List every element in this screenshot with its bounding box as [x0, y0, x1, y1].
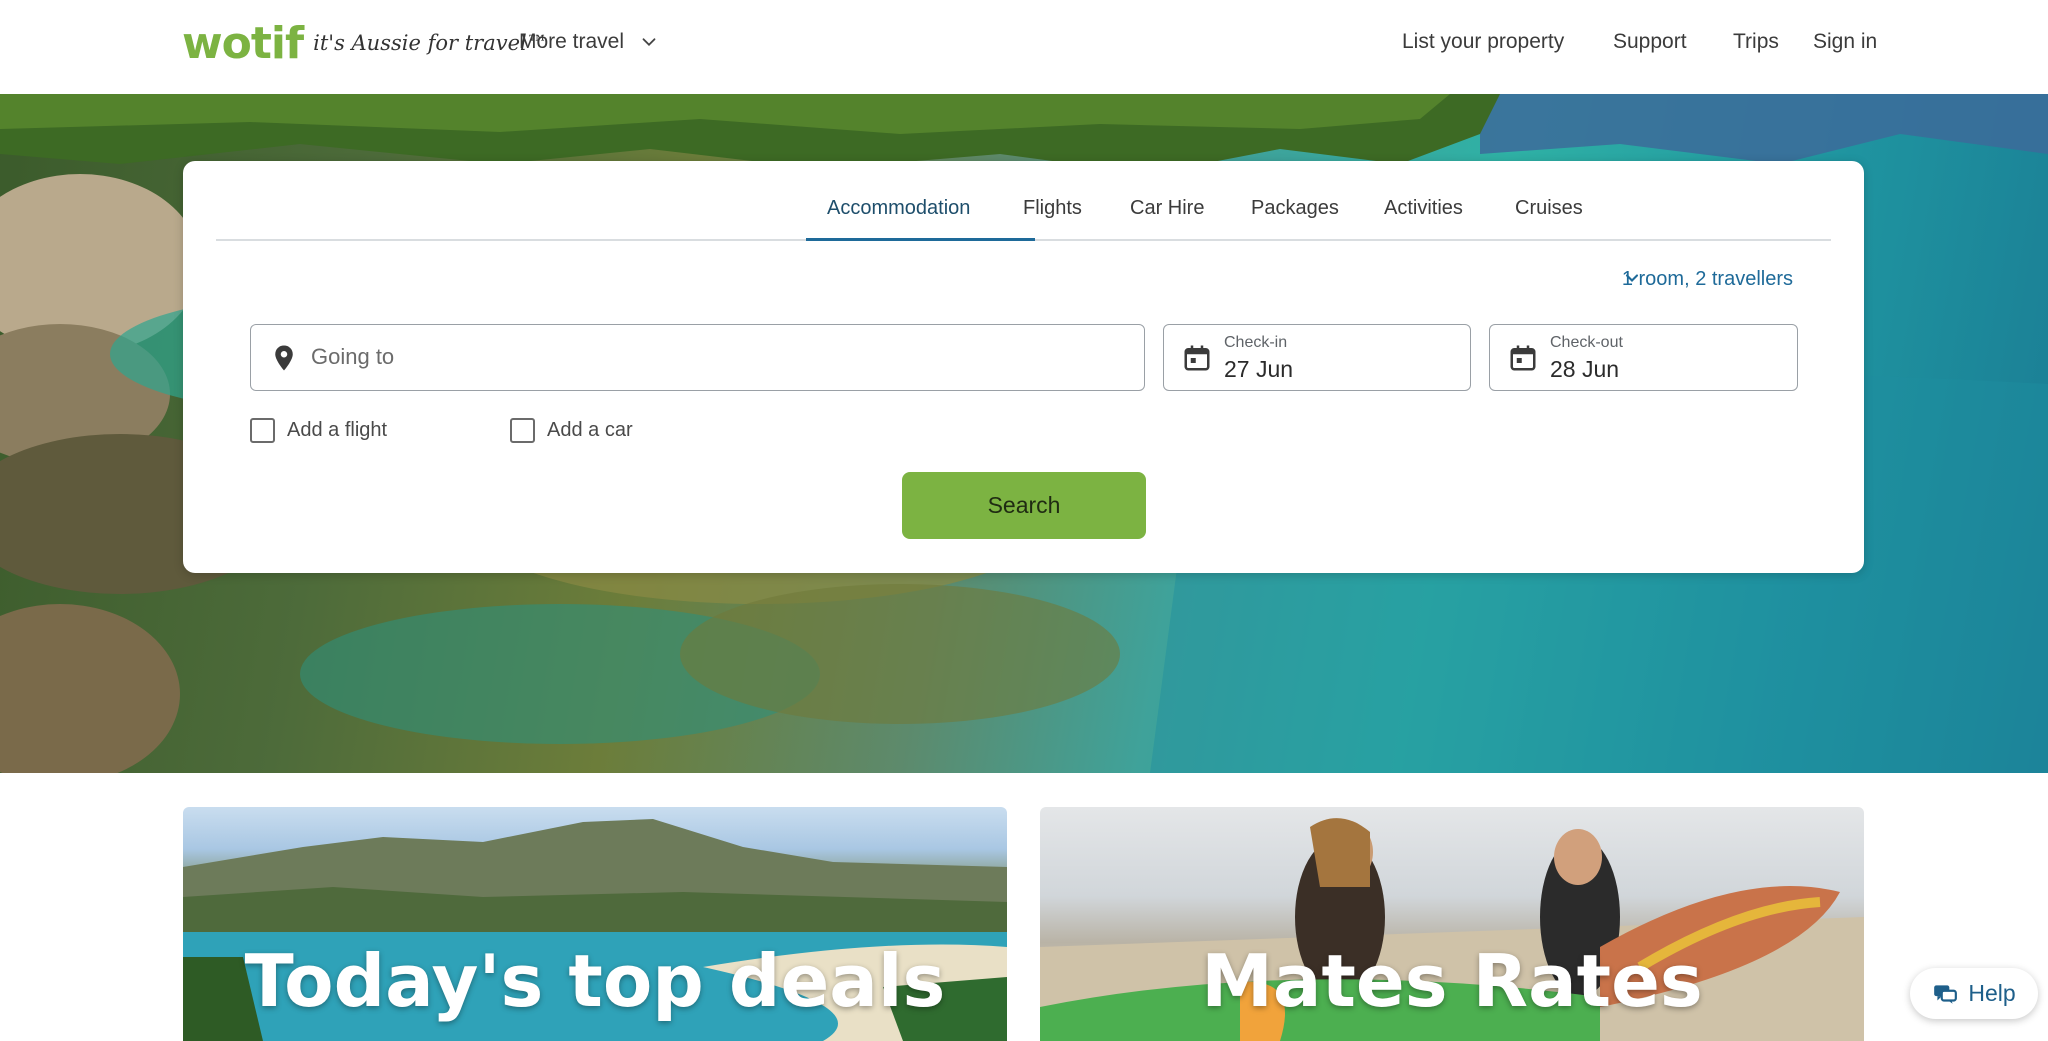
tab-accommodation[interactable]: Accommodation: [827, 197, 970, 220]
tab-activities[interactable]: Activities: [1384, 197, 1463, 220]
tab-car-hire[interactable]: Car Hire: [1130, 197, 1204, 220]
active-tab-indicator: [806, 238, 1035, 241]
wotif-logo[interactable]: wotif it's Aussie for travel™: [182, 17, 548, 69]
travellers-label: 1 room, 2 travellers: [1621, 268, 1793, 290]
destination-input[interactable]: [311, 325, 1134, 389]
promo-title: Today's top deals: [244, 939, 946, 1023]
tab-cruises[interactable]: Cruises: [1515, 197, 1583, 220]
help-chat-button[interactable]: Help: [1910, 968, 2038, 1019]
more-travel-menu[interactable]: More travel: [519, 30, 660, 54]
checkin-label: Check-in: [1224, 334, 1288, 351]
list-your-property-link[interactable]: List your property: [1402, 30, 1564, 54]
checkbox-box[interactable]: [250, 418, 275, 443]
chevron-down-icon: [1625, 274, 1638, 282]
add-car-checkbox[interactable]: Add a car: [510, 418, 633, 443]
site-header: wotif it's Aussie for travel™ More trave…: [0, 0, 2048, 94]
calendar-icon: [1184, 345, 1210, 371]
search-button[interactable]: Search: [902, 472, 1146, 539]
location-pin-icon: [275, 345, 293, 371]
help-label: Help: [1968, 980, 2016, 1006]
support-link[interactable]: Support: [1613, 30, 1687, 54]
search-tabs: Accommodation Flights Car Hire Packages …: [216, 161, 1831, 241]
search-panel: Accommodation Flights Car Hire Packages …: [183, 161, 1864, 573]
logo-wordmark: wotif: [182, 17, 304, 69]
add-flight-checkbox[interactable]: Add a flight: [250, 418, 387, 443]
add-car-label: Add a car: [547, 419, 633, 441]
checkin-value: 27 Jun: [1224, 356, 1294, 382]
destination-field[interactable]: [250, 324, 1145, 391]
chevron-down-icon: [642, 38, 656, 47]
more-travel-label: More travel: [519, 30, 625, 53]
checkout-value: 28 Jun: [1550, 356, 1620, 382]
travellers-selector[interactable]: 1 room, 2 travellers: [1622, 268, 1793, 291]
promo-tile-mates-rates[interactable]: Mates Rates: [1040, 807, 1864, 1041]
sign-in-link[interactable]: Sign in: [1813, 30, 1877, 54]
checkin-field[interactable]: Check-in 27 Jun: [1163, 324, 1471, 391]
chat-help-icon: [1934, 984, 1958, 1004]
checkbox-box[interactable]: [510, 418, 535, 443]
logo-tagline: it's Aussie for travel™: [313, 31, 548, 55]
checkout-field[interactable]: Check-out 28 Jun: [1489, 324, 1798, 391]
add-flight-label: Add a flight: [287, 419, 388, 441]
trips-link[interactable]: Trips: [1733, 30, 1779, 54]
checkout-label: Check-out: [1550, 334, 1623, 351]
promo-tile-top-deals[interactable]: Today's top deals: [183, 807, 1007, 1041]
tab-packages[interactable]: Packages: [1251, 197, 1339, 220]
tab-flights[interactable]: Flights: [1023, 197, 1082, 220]
hero-banner-image: Accommodation Flights Car Hire Packages …: [0, 94, 2048, 773]
promo-title: Mates Rates: [1201, 939, 1703, 1023]
calendar-icon: [1510, 345, 1536, 371]
